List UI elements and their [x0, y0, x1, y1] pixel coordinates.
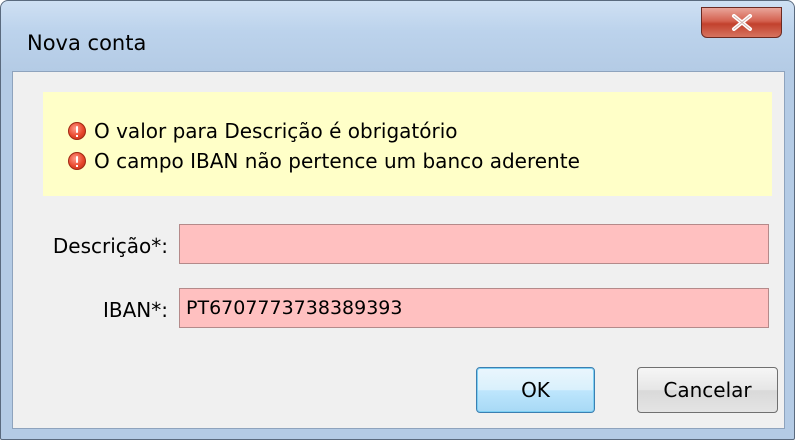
error-icon: [68, 122, 86, 140]
error-icon: [68, 152, 86, 170]
descricao-label: Descrição*:: [52, 234, 168, 258]
iban-field[interactable]: [179, 288, 769, 328]
dialog-window: Nova conta O valor para Descrição é obri…: [0, 0, 795, 440]
cancel-button[interactable]: Cancelar: [637, 367, 778, 413]
iban-label: IBAN*:: [103, 298, 168, 322]
error-message: O campo IBAN não pertence um banco adere…: [68, 147, 580, 175]
close-button[interactable]: [701, 7, 782, 38]
close-icon: [732, 14, 752, 31]
error-text: O campo IBAN não pertence um banco adere…: [94, 149, 580, 173]
ok-button[interactable]: OK: [476, 367, 595, 413]
error-panel: O valor para Descrição é obrigatório O c…: [43, 92, 772, 196]
title-bar[interactable]: Nova conta: [1, 1, 794, 69]
error-text: O valor para Descrição é obrigatório: [94, 119, 458, 143]
descricao-field[interactable]: [179, 224, 769, 264]
window-title: Nova conta: [27, 31, 147, 55]
error-message: O valor para Descrição é obrigatório: [68, 117, 458, 145]
dialog-content: O valor para Descrição é obrigatório O c…: [12, 71, 785, 429]
